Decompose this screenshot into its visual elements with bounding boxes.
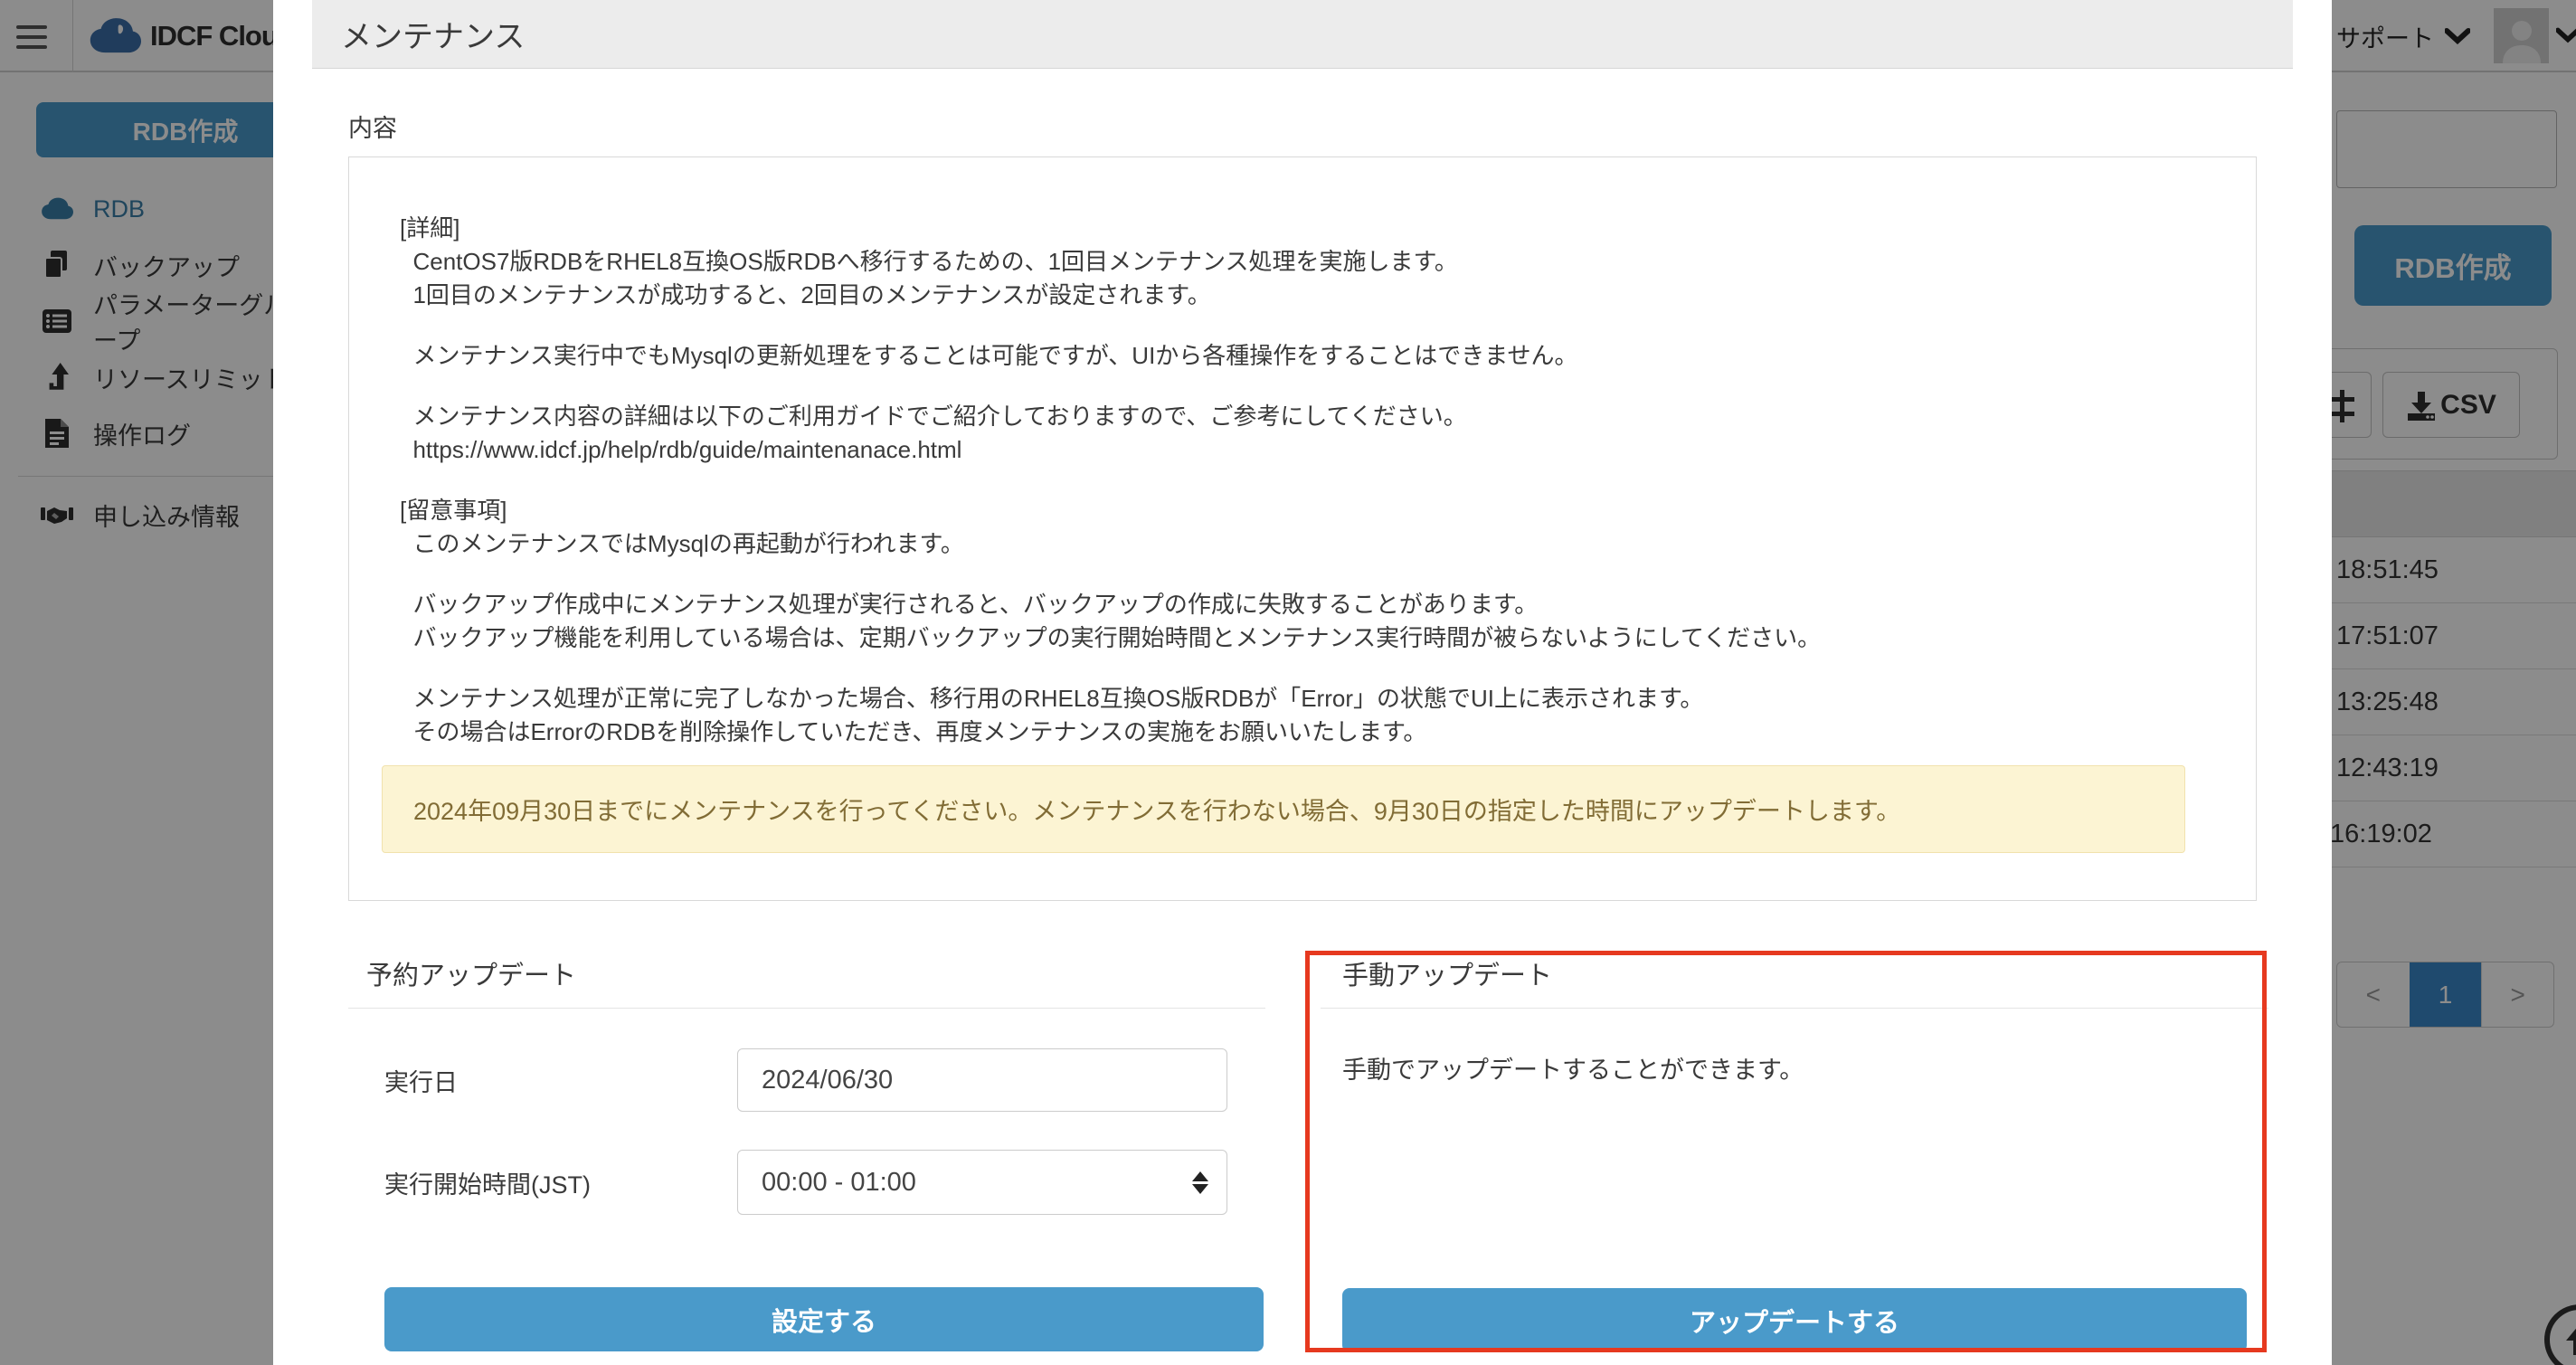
select-arrows-icon [1192,1151,1208,1214]
maintenance-description-box: [詳細] CentOS7版RDBをRHEL8互換OS版RDBへ移行するための、1… [348,156,2257,901]
description-paragraph: メンテナンス実行中でもMysqlの更新処理をすることは可能ですが、UIから各種操… [400,339,2185,373]
scheduled-update-heading: 予約アップデート [348,957,1265,995]
execution-date-label: 実行日 [384,1063,737,1098]
screen: IDCF Cloud サポート RDB作成 RDB [0,0,2576,1365]
description-paragraph: [留意事項] このメンテナンスではMysqlの再起動が行われます。 [400,494,2185,561]
deadline-warning: 2024年09月30日までにメンテナンスを行ってください。メンテナンスを行わない… [382,765,2185,853]
schedule-set-button[interactable]: 設定する [384,1287,1264,1351]
modal-body: 内容 [詳細] CentOS7版RDBをRHEL8互換OS版RDBへ移行するため… [273,109,2332,901]
description-paragraph: [詳細] CentOS7版RDBをRHEL8互換OS版RDBへ移行するための、1… [400,212,2185,312]
content-label: 内容 [348,109,2257,144]
start-time-label: 実行開始時間(JST) [384,1165,737,1200]
maintenance-description-text: [詳細] CentOS7版RDBをRHEL8互換OS版RDBへ移行するための、1… [382,212,2185,749]
section-divider [348,1008,1265,1009]
scheduled-update-section: 予約アップデート 実行日 実行開始時間(JST) 00:00 - 01:00 設… [348,957,1265,1351]
modal-title: メンテナンス [312,12,525,56]
maintenance-modal: メンテナンス 内容 [詳細] CentOS7版RDBをRHEL8互換OS版RDB… [273,0,2332,1365]
execution-date-input[interactable] [737,1048,1227,1112]
manual-update-button[interactable]: アップデートする [1342,1288,2247,1352]
description-paragraph: バックアップ作成中にメンテナンス処理が実行されると、バックアップの作成に失敗する… [400,588,2185,655]
arrow-up-icon [2564,1322,2576,1357]
description-paragraph: メンテナンス処理が正常に完了しなかった場合、移行用のRHEL8互換OS版RDBが… [400,682,2185,749]
manual-update-section: 手動アップデート 手動でアップデートすることができます。 アップデートする [1321,957,2268,1352]
section-divider [1321,1008,2268,1009]
manual-update-heading: 手動アップデート [1321,957,2268,995]
description-paragraph: メンテナンス内容の詳細は以下のご利用ガイドでご紹介しておりますので、ご参考にして… [400,400,2185,467]
modal-header: メンテナンス [312,0,2293,69]
start-time-row: 実行開始時間(JST) 00:00 - 01:00 [384,1150,1265,1215]
start-time-select[interactable]: 00:00 - 01:00 [737,1150,1227,1215]
manual-update-description: 手動でアップデートすることができます。 [1342,1050,2268,1085]
execution-date-row: 実行日 [384,1048,1265,1112]
start-time-value: 00:00 - 01:00 [762,1168,916,1198]
